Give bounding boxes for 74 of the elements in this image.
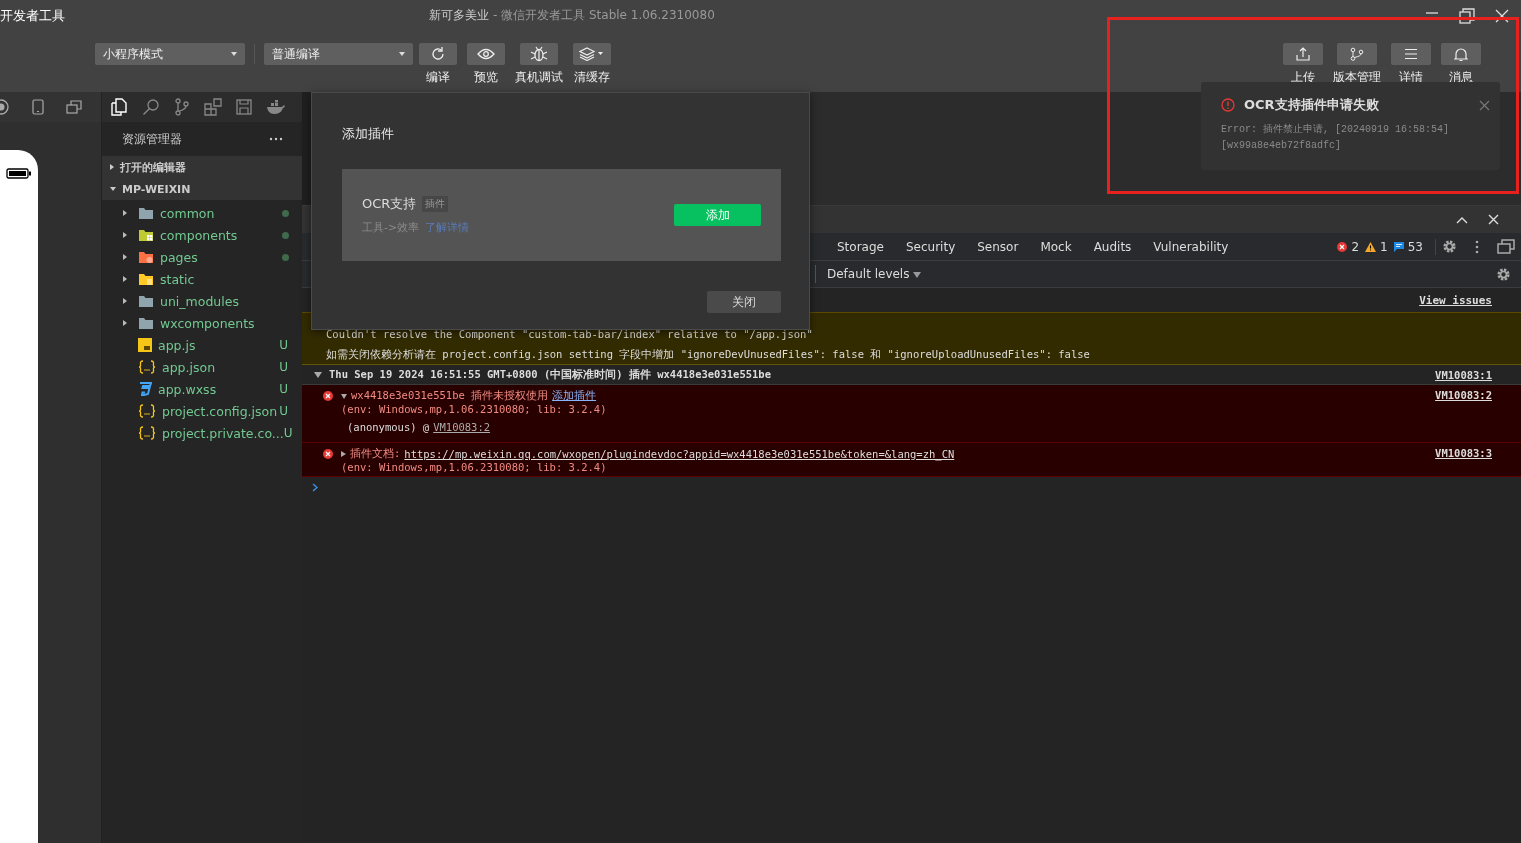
file-tree-item[interactable]: app.wxss U <box>102 378 302 400</box>
git-status: U <box>279 404 288 418</box>
error-link[interactable]: 添加插件 <box>552 389 597 403</box>
source-link[interactable]: VM10083:1 <box>1435 368 1492 381</box>
levels-dropdown[interactable]: Default levels <box>827 267 922 281</box>
toolbar-label: 真机调试 <box>515 69 563 86</box>
error-text: 插件文档: <box>350 447 401 461</box>
devtools-tab[interactable]: Storage <box>837 239 884 254</box>
git-status: U <box>283 426 293 440</box>
warning-text: Couldn't resolve the Component "custom-tab-bar/index" relative to "/app.json" <box>326 328 814 340</box>
warning-text: 如需关闭依赖分析请在 project.config.json setting 字段中增加 "ignoreDevUnusedFiles": false 和 "ignoreUploadUnusedFiles": false <box>326 348 1091 362</box>
file-name: app.wxss <box>158 381 217 397</box>
message-count: 53 <box>1407 239 1423 254</box>
file-tree-item[interactable]: uni_modules <box>102 290 302 312</box>
file-name: static <box>160 271 195 287</box>
file-tree-item[interactable]: project.private.co...U <box>102 422 302 444</box>
view-issues-link[interactable]: View issues <box>1419 293 1492 307</box>
file-name: common <box>160 205 215 221</box>
app-name: 开发者工具 <box>0 7 65 25</box>
file-tree-item[interactable]: components <box>102 224 302 246</box>
notification-message: Error: 插件禁止申请, [20240919 16:58:54] [wx99a8e4eb72f8adfc] <box>1221 122 1451 153</box>
warning-count: 1 <box>1380 239 1388 254</box>
close-button[interactable]: 关闭 <box>707 291 781 313</box>
devtools-tab[interactable]: Mock <box>1040 239 1072 254</box>
toolbar-label: 清缓存 <box>574 69 610 86</box>
source-link[interactable]: VM10083:3 <box>1435 447 1492 459</box>
explorer-title: 资源管理器 <box>122 130 182 148</box>
error-link[interactable]: https://mp.weixin.qq.com/wxopen/plugindevdoc?appid=wx4418e3e031e551be&token=&lang=zh_CN <box>404 448 955 460</box>
stack-frame: (anonymous) @ <box>347 421 430 433</box>
toolbar-label: 预览 <box>474 69 498 86</box>
devtools-tab[interactable]: Audits <box>1093 239 1132 254</box>
toolbar-label: 详情 <box>1399 69 1423 86</box>
file-name: app.js <box>158 337 196 353</box>
stack-link[interactable]: VM10083:2 <box>433 421 491 433</box>
file-name: project.private.co... <box>162 425 284 441</box>
git-status: U <box>279 382 288 396</box>
error-detail: (env: Windows,mp,1.06.2310080; lib: 3.2.4) <box>341 403 607 415</box>
error-text: wx4418e3e031e551be 插件未授权使用 <box>351 389 549 403</box>
file-tree-item[interactable]: project.config.json U <box>102 400 302 422</box>
file-tree-item[interactable]: wxcomponents <box>102 312 302 334</box>
explorer-section[interactable]: 打开的编辑器 <box>102 156 302 178</box>
git-status: U <box>279 360 288 374</box>
plugin-name: OCR支持 <box>362 195 417 213</box>
compile-select[interactable]: 普通编译 <box>264 43 413 65</box>
file-tree-item[interactable]: common <box>102 202 302 224</box>
source-link[interactable]: VM10083:2 <box>1435 389 1492 401</box>
notification-title: OCR支持插件申请失败 <box>1244 96 1379 114</box>
file-name: components <box>160 227 238 243</box>
git-status: U <box>279 338 288 352</box>
devtools-tab[interactable]: Vulnerability <box>1153 239 1229 254</box>
toolbar-label: 消息 <box>1449 69 1473 86</box>
window-title: 新可多美业 <box>429 8 489 22</box>
error-detail: (env: Windows,mp,1.06.2310080; lib: 3.2.4) <box>341 461 608 473</box>
file-name: wxcomponents <box>160 315 255 331</box>
dialog-title: 添加插件 <box>342 125 395 143</box>
explorer-section[interactable]: MP-WEIXIN <box>102 178 302 200</box>
file-tree-item[interactable]: app.js U <box>102 334 302 356</box>
file-name: project.config.json <box>162 403 278 419</box>
file-name: uni_modules <box>160 293 239 309</box>
mode-select[interactable]: 小程序模式 <box>95 43 245 65</box>
file-name: pages <box>160 249 198 265</box>
file-name: app.json <box>162 359 216 375</box>
devtools-tab[interactable]: Sensor <box>977 239 1019 254</box>
log-group-title: Thu Sep 19 2024 16:51:55 GMT+0800 (中国标准时间) 插件 wx4418e3e031e551be <box>329 367 771 382</box>
file-tree-item[interactable]: static <box>102 268 302 290</box>
error-count: 2 <box>1351 239 1360 254</box>
toolbar-label: 版本管理 <box>1333 69 1381 86</box>
file-tree-item[interactable]: pages <box>102 246 302 268</box>
window-subtitle: - 微信开发者工具 Stable 1.06.2310080 <box>493 8 715 22</box>
toolbar-label: 编译 <box>426 69 450 86</box>
file-tree-item[interactable]: app.json U <box>102 356 302 378</box>
plugin-tag: 插件 <box>422 196 449 212</box>
toolbar-label: 上传 <box>1291 69 1315 86</box>
devtools-tab[interactable]: Security <box>905 239 956 254</box>
